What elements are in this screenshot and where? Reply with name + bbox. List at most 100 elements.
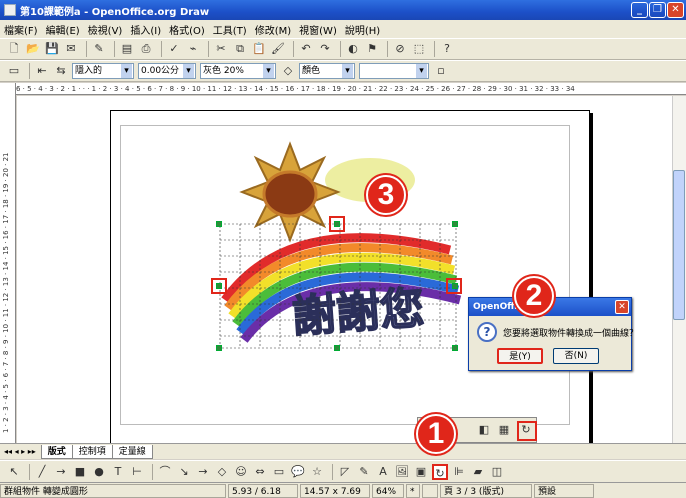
tab-controls[interactable]: 控制項	[71, 444, 113, 459]
gallery-tool-icon[interactable]: ▣	[413, 464, 429, 480]
status-signature	[422, 483, 438, 498]
gallery-icon[interactable]: ◐	[345, 41, 361, 57]
curve-tool-icon[interactable]: ⌒	[157, 464, 173, 480]
points-icon[interactable]: ◸	[337, 464, 353, 480]
print-icon[interactable]: ⎙	[138, 41, 154, 57]
area-style-select[interactable]: 顏色	[299, 63, 355, 79]
autospell-icon[interactable]: ⌁	[185, 41, 201, 57]
arrow-style-icon[interactable]: ⇆	[53, 63, 69, 79]
yes-button[interactable]: 是(Y)	[497, 348, 543, 364]
line-fill-toolbar: ▭ ⇤ ⇆ 隱入的 0.00公分 灰色 20% ◇ 顏色 ▫	[0, 60, 686, 82]
undo-icon[interactable]: ↶	[298, 41, 314, 57]
menu-window[interactable]: 視窗(W)	[299, 22, 337, 37]
save-icon[interactable]: 💾	[44, 41, 60, 57]
dialog-close-icon[interactable]: ✕	[615, 300, 629, 314]
vertical-ruler-scale: 1 · 2 · 3 · 4 · 5 · 6 · 7 · 8 · 9 · 10 ·…	[2, 152, 10, 433]
navigator-icon[interactable]: ⚑	[364, 41, 380, 57]
tab-nav-arrows[interactable]: ◂◂ ◂ ▸ ▸▸	[4, 447, 36, 456]
connector-icon[interactable]: ↘	[176, 464, 192, 480]
rainbow-artwork[interactable]: 謝謝您	[200, 140, 480, 360]
area-fill-select[interactable]	[359, 63, 429, 79]
selection-handle[interactable]	[452, 221, 458, 227]
format-paintbrush-icon[interactable]: 🖌	[270, 41, 286, 57]
convert-bitmap-icon[interactable]: ▦	[496, 422, 512, 438]
extrusion-icon[interactable]: ◫	[489, 464, 505, 480]
arrow-tool-icon[interactable]: →	[53, 464, 69, 480]
glue-points-icon[interactable]: ✎	[356, 464, 372, 480]
open-icon[interactable]: 📂	[25, 41, 41, 57]
sun-shape	[239, 141, 341, 243]
step-marker-1: 1	[416, 414, 456, 454]
stars-icon[interactable]: ☆	[309, 464, 325, 480]
status-modified: *	[406, 483, 420, 498]
export-pdf-icon[interactable]: ▤	[119, 41, 135, 57]
status-size: 14.57 x 7.69	[300, 483, 370, 498]
ellipse-tool-icon[interactable]: ●	[91, 464, 107, 480]
line-width-field[interactable]: 0.00公分	[138, 63, 196, 79]
redo-icon[interactable]: ↷	[317, 41, 333, 57]
convert-icon[interactable]: ↻	[432, 463, 448, 480]
fontwork-icon[interactable]: A	[375, 464, 391, 480]
selection-handle[interactable]	[216, 345, 222, 351]
line-color-select[interactable]: 灰色 20%	[200, 63, 276, 79]
window-title: 第10課範例a - OpenOffice.org Draw	[20, 6, 210, 18]
connector-tool-icon[interactable]: ⊢	[129, 464, 145, 480]
spellcheck-icon[interactable]: ✓	[166, 41, 182, 57]
selection-handle[interactable]	[452, 345, 458, 351]
mail-icon[interactable]: ✉	[63, 41, 79, 57]
menu-insert[interactable]: 插入(I)	[130, 22, 161, 37]
new-icon[interactable]: 🗋	[6, 41, 22, 57]
minimize-button[interactable]: _	[631, 2, 648, 18]
callouts-icon[interactable]: 💬	[290, 464, 306, 480]
vertical-ruler: 1 · 2 · 3 · 4 · 5 · 6 · 7 · 8 · 9 · 10 ·…	[0, 83, 16, 443]
convert-dialog: OpenOffice.org ✕ ? 您要將選取物件轉換成一個曲線？ 是(Y) …	[468, 297, 638, 371]
status-zoom[interactable]: 64%	[372, 483, 404, 498]
horizontal-ruler: 6 · 5 · 4 · 3 · 2 · 1 · · · 1 · 2 · 3 · …	[16, 83, 686, 95]
text-tool-icon[interactable]: T	[110, 464, 126, 480]
from-file-icon[interactable]: 🖼	[394, 464, 410, 480]
edit-file-icon[interactable]: ✎	[91, 41, 107, 57]
shadow-icon[interactable]: ▫	[433, 63, 449, 79]
scrollbar-thumb[interactable]	[673, 170, 685, 320]
status-position: 5.93 / 6.18	[228, 483, 298, 498]
arrange-icon[interactable]: ▰	[470, 464, 486, 480]
close-button[interactable]: ✕	[667, 2, 684, 18]
menu-help[interactable]: 說明(H)	[345, 22, 380, 37]
menu-modify[interactable]: 修改(M)	[255, 22, 291, 37]
selection-handle[interactable]	[334, 345, 340, 351]
copy-icon[interactable]: ⧉	[232, 41, 248, 57]
symbol-shapes-icon[interactable]: ☺	[233, 464, 249, 480]
artwork-text: 謝謝您	[291, 283, 426, 343]
block-arrows-icon[interactable]: ⇔	[252, 464, 268, 480]
flowchart-icon[interactable]: ▭	[271, 464, 287, 480]
rectangle-tool-icon[interactable]: ■	[72, 464, 88, 480]
restore-button[interactable]: ❐	[649, 2, 666, 18]
convert-3d-icon[interactable]: ◧	[476, 422, 492, 438]
select-icon[interactable]: ⬚	[411, 41, 427, 57]
selection-handle[interactable]	[216, 221, 222, 227]
line-icon[interactable]: ⇤	[34, 63, 50, 79]
line-style-select[interactable]: 隱入的	[72, 63, 134, 79]
help-icon[interactable]: ?	[439, 41, 455, 57]
menu-format[interactable]: 格式(O)	[169, 22, 205, 37]
status-layout: 預設	[534, 483, 594, 498]
question-icon: ?	[477, 322, 497, 342]
paste-icon[interactable]: 📋	[251, 41, 267, 57]
area-icon[interactable]: ◇	[280, 63, 296, 79]
styles-icon[interactable]: ▭	[6, 63, 22, 79]
menu-view[interactable]: 檢視(V)	[88, 22, 123, 37]
no-button[interactable]: 否(N)	[553, 348, 599, 364]
menu-tools[interactable]: 工具(T)	[213, 22, 247, 37]
tab-dimension-lines[interactable]: 定量線	[111, 444, 153, 459]
align-icon[interactable]: ⊫	[451, 464, 467, 480]
zoom-icon[interactable]: ⊘	[392, 41, 408, 57]
basic-shapes-icon[interactable]: ◇	[214, 464, 230, 480]
tab-layout[interactable]: 版式	[40, 444, 73, 459]
line-tool-icon[interactable]: ╱	[34, 464, 50, 480]
menu-edit[interactable]: 編輯(E)	[46, 22, 80, 37]
select-arrow-icon[interactable]: ↖	[6, 464, 22, 480]
highlight-box	[517, 421, 537, 441]
menu-file[interactable]: 檔案(F)	[4, 22, 38, 37]
cut-icon[interactable]: ✂	[213, 41, 229, 57]
lines-arrows-icon[interactable]: →	[195, 464, 211, 480]
